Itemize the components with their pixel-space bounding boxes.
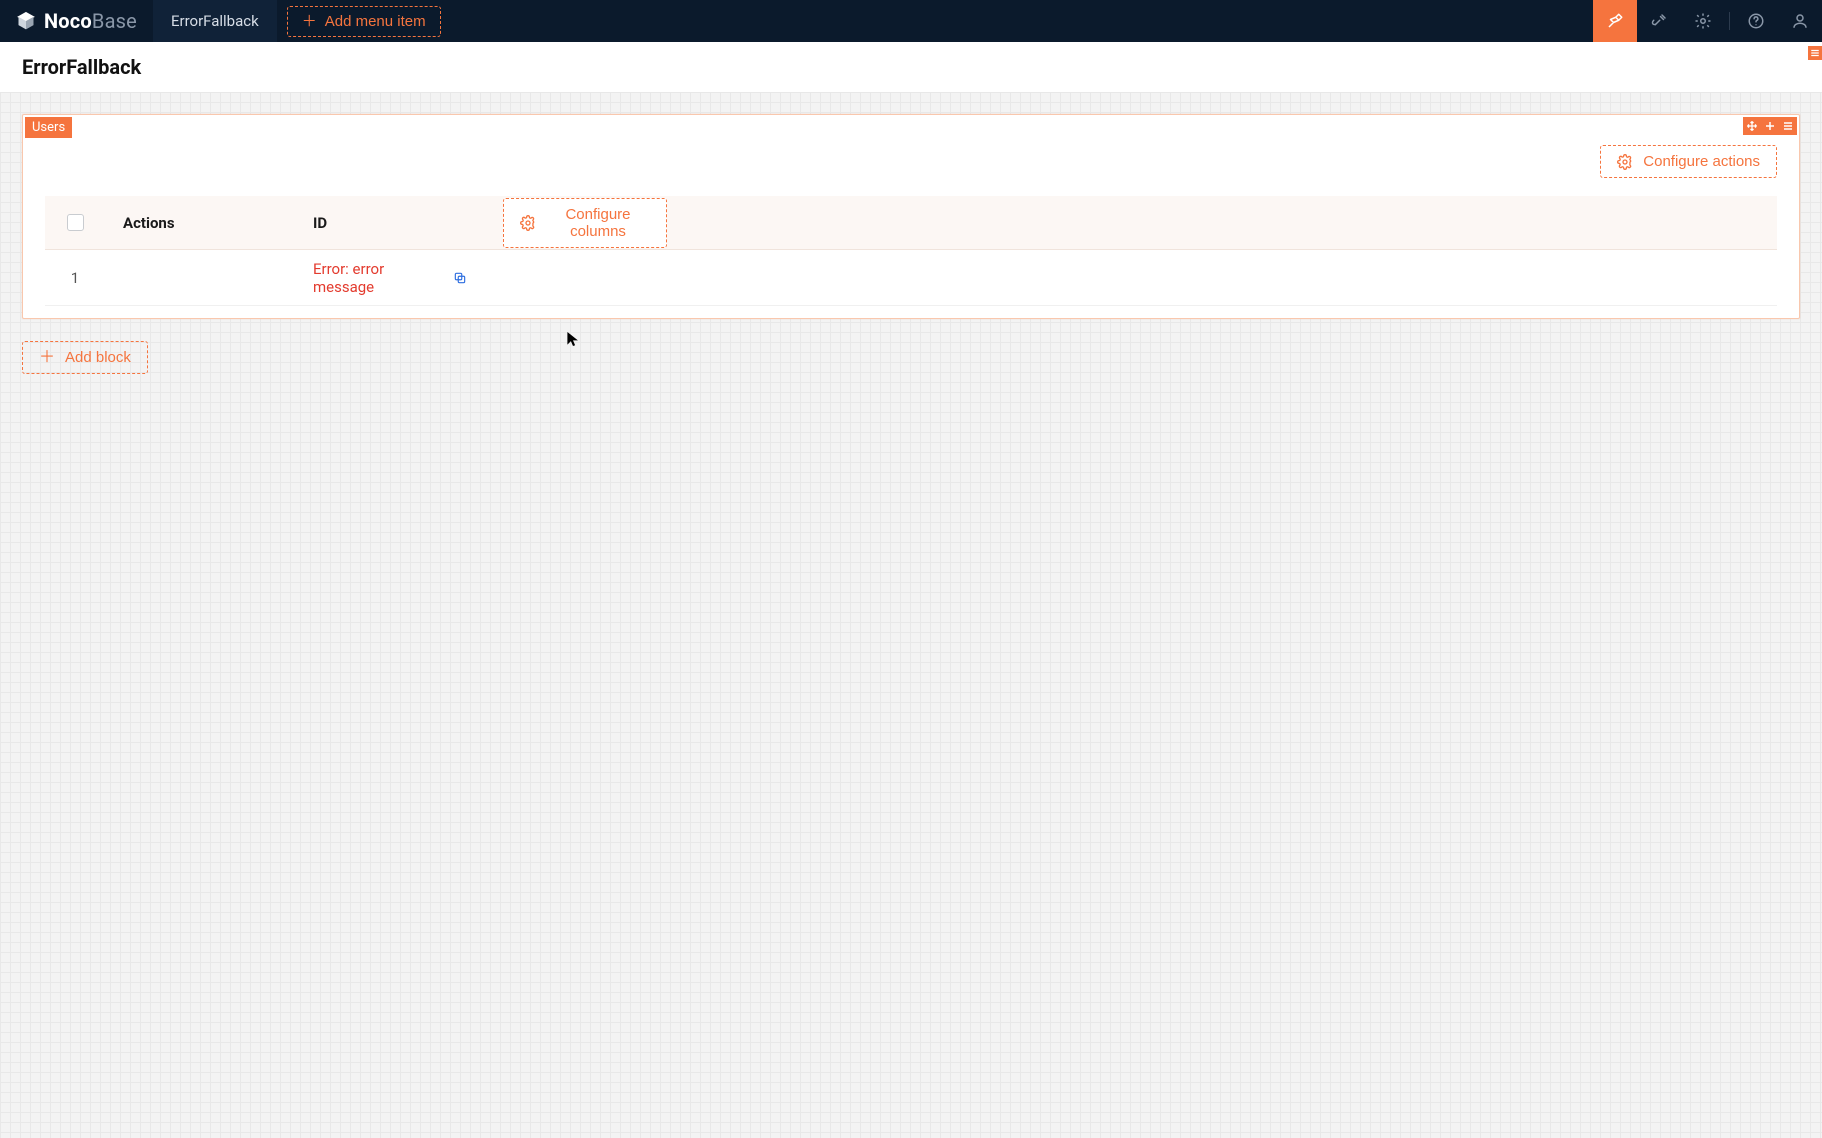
page-title: ErrorFallback bbox=[22, 55, 141, 79]
select-all-checkbox[interactable] bbox=[67, 214, 84, 231]
column-actions[interactable]: Actions bbox=[105, 214, 295, 232]
error-message: Error: error message bbox=[313, 260, 445, 296]
content-area: Users bbox=[0, 92, 1822, 1138]
add-menu-item-button[interactable]: ＋ Add menu item bbox=[287, 6, 441, 37]
copy-icon[interactable] bbox=[453, 271, 467, 285]
tab-errorfallback[interactable]: ErrorFallback bbox=[153, 0, 277, 42]
configure-columns-label: Configure columns bbox=[546, 206, 650, 240]
title-bar: ErrorFallback bbox=[0, 42, 1822, 92]
tab-label: ErrorFallback bbox=[171, 12, 259, 30]
plugin-icon[interactable] bbox=[1637, 0, 1681, 42]
add-block-area: ＋ Add block bbox=[22, 341, 1800, 374]
drag-handle-icon[interactable] bbox=[1743, 117, 1761, 135]
topbar-divider bbox=[1729, 12, 1730, 30]
menu-handle-icon[interactable] bbox=[1779, 117, 1797, 135]
topbar: NocoBase ErrorFallback ＋ Add menu item bbox=[0, 0, 1822, 42]
user-icon[interactable] bbox=[1778, 0, 1822, 42]
topbar-right bbox=[1593, 0, 1822, 42]
page-settings-handle[interactable] bbox=[1808, 46, 1822, 60]
column-id-label: ID bbox=[313, 214, 327, 232]
settings-icon[interactable] bbox=[1681, 0, 1725, 42]
row-id-cell: Error: error message bbox=[295, 260, 485, 296]
configure-columns-cell: Configure columns bbox=[485, 198, 685, 248]
gear-icon bbox=[520, 215, 536, 231]
configure-actions-label: Configure actions bbox=[1643, 153, 1760, 170]
logo-text: NocoBase bbox=[44, 9, 137, 33]
data-table: Actions ID Configure columns bbox=[45, 196, 1777, 306]
cube-icon bbox=[16, 11, 36, 31]
select-all-cell bbox=[45, 214, 105, 231]
column-id[interactable]: ID bbox=[295, 214, 485, 232]
add-handle-icon[interactable] bbox=[1761, 117, 1779, 135]
gear-icon bbox=[1617, 154, 1633, 170]
logo[interactable]: NocoBase bbox=[0, 0, 153, 42]
help-icon[interactable] bbox=[1734, 0, 1778, 42]
row-number: 1 bbox=[45, 269, 105, 287]
configure-actions-button[interactable]: Configure actions bbox=[1600, 145, 1777, 178]
table-header: Actions ID Configure columns bbox=[45, 196, 1777, 250]
block-handles bbox=[1743, 117, 1797, 135]
error-text: Error: error message bbox=[313, 260, 467, 296]
table-row[interactable]: 1 Error: error message bbox=[45, 250, 1777, 306]
add-block-label: Add block bbox=[65, 349, 131, 366]
ui-editor-icon[interactable] bbox=[1593, 0, 1637, 42]
block-tag[interactable]: Users bbox=[25, 117, 72, 138]
configure-columns-button[interactable]: Configure columns bbox=[503, 198, 667, 248]
block-actions-bar: Configure actions bbox=[45, 145, 1777, 178]
add-block-button[interactable]: ＋ Add block bbox=[22, 341, 148, 374]
plus-icon: ＋ bbox=[39, 350, 55, 366]
plus-icon: ＋ bbox=[302, 14, 317, 29]
users-block: Users bbox=[22, 114, 1800, 319]
column-actions-label: Actions bbox=[123, 214, 175, 232]
add-menu-item-label: Add menu item bbox=[325, 13, 426, 30]
